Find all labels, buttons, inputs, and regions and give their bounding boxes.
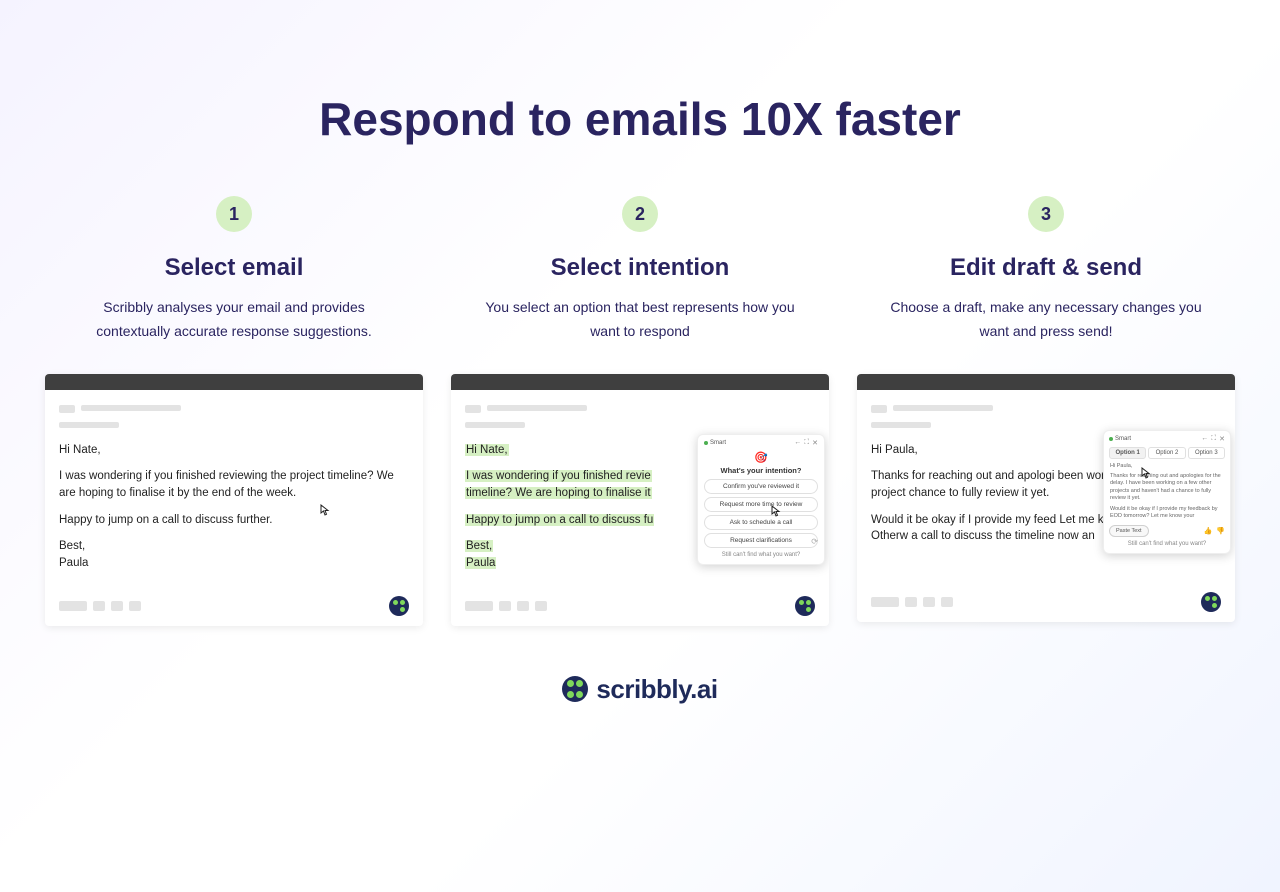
scribbly-icon[interactable] [389,596,409,616]
back-icon[interactable]: ← [1201,435,1208,443]
step-2: 2 Select intention You select an option … [451,196,829,626]
brand-text: scribbly.ai [596,674,717,705]
email-1-body: Hi Nate, I was wondering if you finished… [45,434,423,588]
intent-option-1[interactable]: Confirm you've reviewed it [704,479,818,494]
brand-logo-icon [562,676,588,702]
intent-option-2[interactable]: Request more time to review [704,497,818,512]
step-1-title: Select email [165,254,304,282]
steps-row: 1 Select email Scribbly analyses your em… [0,196,1280,626]
mock-1: Hi Nate, I was wondering if you finished… [45,374,423,626]
email-signoff: Best,Paula [59,538,409,571]
smart-tag: Smart [1109,436,1131,442]
draft-text: Hi Paula, Thanks for reaching out and ap… [1109,463,1225,521]
popup-title: What's your intention? [704,466,818,475]
expand-icon[interactable]: ⛶ [804,439,809,447]
intent-option-3[interactable]: Ask to schedule a call [704,515,818,530]
intention-popup: Smart ← ⛶ ✕ 🎯 What's your intention? Con… [697,434,825,565]
email-p1: I was wondering if you finished reviewin… [59,468,409,501]
step-3-title: Edit draft & send [950,254,1142,282]
thumbs-up-icon[interactable]: 👍 [1204,527,1213,535]
scribbly-icon[interactable] [1201,592,1221,612]
expand-icon[interactable]: ⛶ [1211,435,1216,443]
tab-option-3[interactable]: Option 3 [1188,447,1225,459]
draft-popup: Smart ← ⛶ ✕ Option 1 Option 2 Option 3 H… [1103,430,1231,554]
thumbs-down-icon[interactable]: 👎 [1216,527,1225,535]
step-2-badge: 2 [622,196,658,232]
paste-text-button[interactable]: Paste Text [1109,525,1149,537]
mock-3: Hi Paula, Thanks for reaching out and ap… [857,374,1235,622]
popup-footer: Still can't find what you want? [1109,541,1225,547]
tab-option-2[interactable]: Option 2 [1148,447,1185,459]
step-3-badge: 3 [1028,196,1064,232]
tab-option-1[interactable]: Option 1 [1109,447,1146,459]
intent-option-4[interactable]: Request clarifications [704,533,818,548]
step-1-desc: Scribbly analyses your email and provide… [74,296,394,344]
step-3-desc: Choose a draft, make any necessary chang… [886,296,1206,344]
popup-footer: Still can't find what you want? [704,552,818,558]
mock-2: Hi Nate, I was wondering if you finished… [451,374,829,626]
step-3: 3 Edit draft & send Choose a draft, make… [857,196,1235,626]
target-icon: 🎯 [704,451,818,464]
scribbly-icon[interactable] [795,596,815,616]
step-2-desc: You select an option that best represent… [480,296,800,344]
back-icon[interactable]: ← [794,439,801,447]
smart-tag: Smart [704,440,726,446]
email-greeting: Hi Nate, [59,442,409,459]
headline: Respond to emails 10X faster [0,92,1280,146]
step-1-badge: 1 [216,196,252,232]
brand: scribbly.ai [0,674,1280,705]
refresh-icon[interactable]: ⟳ [811,537,818,546]
step-2-title: Select intention [551,254,730,282]
close-icon[interactable]: ✕ [1219,435,1225,443]
email-p2: Happy to jump on a call to discuss furth… [59,512,409,529]
close-icon[interactable]: ✕ [812,439,818,447]
step-1: 1 Select email Scribbly analyses your em… [45,196,423,626]
